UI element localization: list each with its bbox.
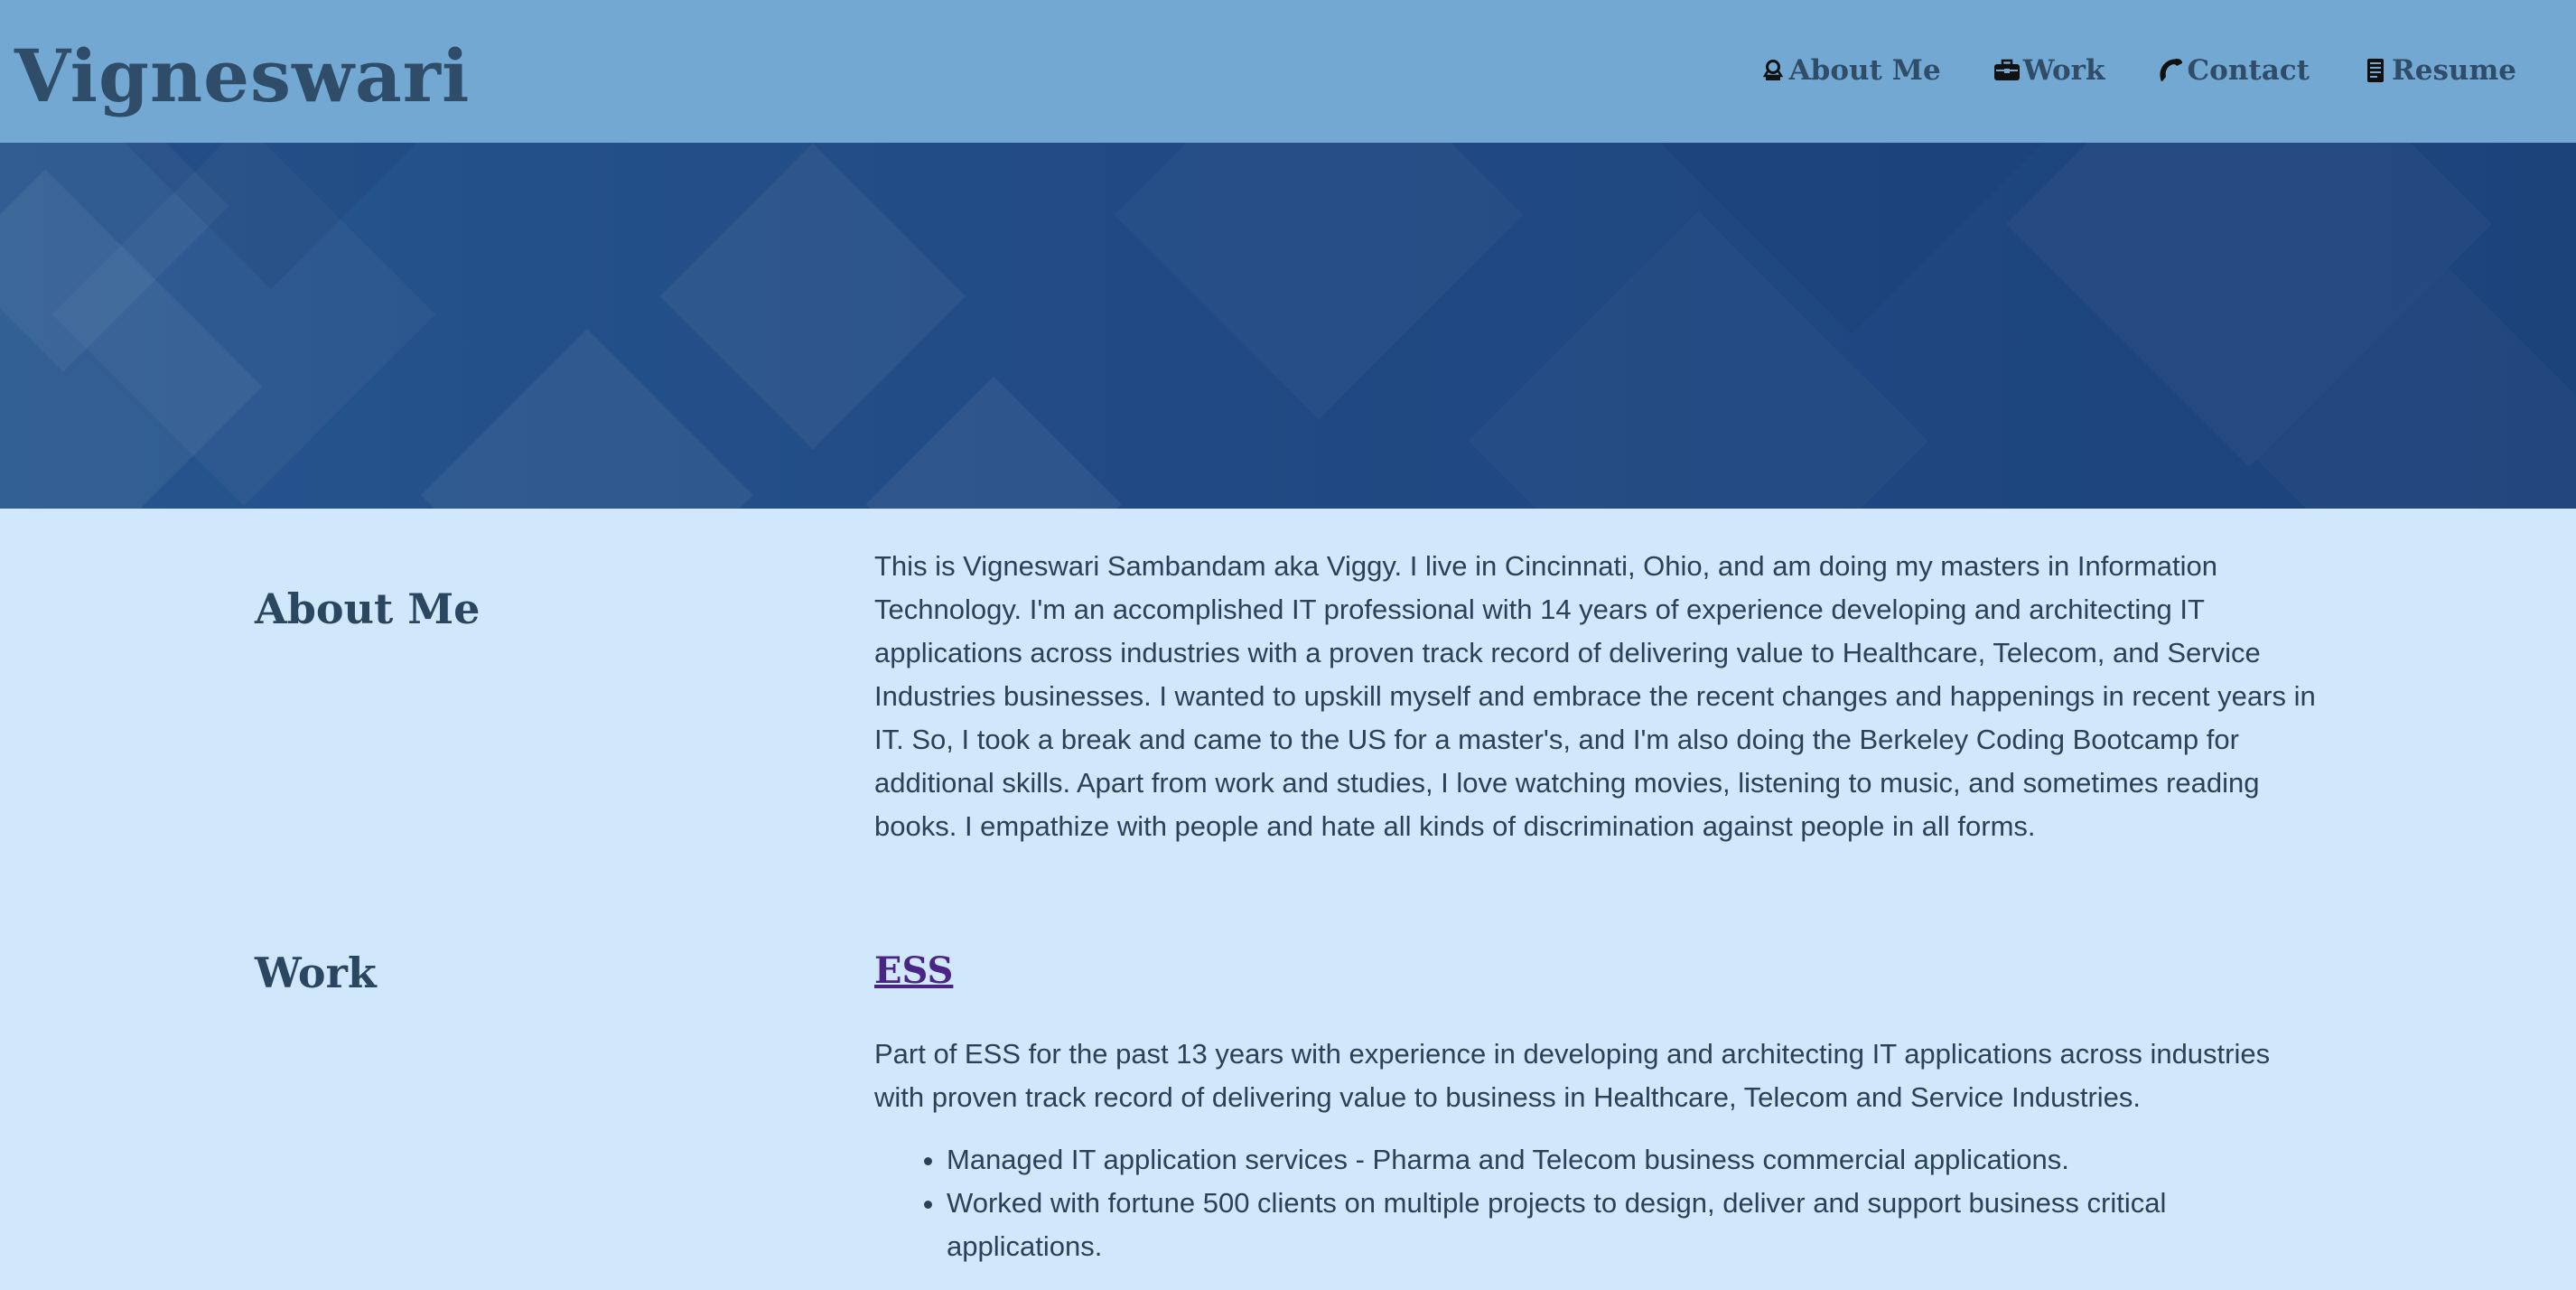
nav-about-me-link[interactable]: About Me — [1759, 54, 1941, 87]
nav-work-label: Work — [2022, 54, 2105, 87]
nav-contact-link[interactable]: Contact — [2157, 54, 2310, 87]
work-bullet-list: Managed IT application services - Pharma… — [874, 1138, 2319, 1268]
list-item: Worked with fortune 500 clients on multi… — [947, 1182, 2319, 1268]
about-me-heading: About Me — [255, 584, 481, 633]
nav-work-link[interactable]: Work — [1993, 54, 2105, 87]
briefcase-icon — [1993, 57, 2021, 84]
hero-banner — [0, 143, 2576, 509]
about-me-text: This is Vigneswari Sambandam aka Viggy. … — [874, 550, 2316, 842]
work-ess-link[interactable]: ESS — [874, 949, 953, 992]
work-heading: Work — [255, 949, 377, 997]
nav-resume-label: Resume — [2391, 54, 2516, 87]
site-header: Vigneswari About Me Work Contact Resume — [0, 0, 2576, 143]
main-nav: About Me Work Contact Resume — [1759, 54, 2516, 87]
nav-about-me-label: About Me — [1788, 54, 1941, 87]
document-icon — [2362, 57, 2389, 84]
work-description: Part of ESS for the past 13 years with e… — [874, 1038, 2271, 1113]
site-title: Vigneswari — [14, 33, 471, 118]
phone-icon — [2157, 57, 2184, 84]
list-item: Managed IT application services - Pharma… — [947, 1138, 2319, 1182]
main-content: About Me This is Vigneswari Sambandam ak… — [0, 509, 2576, 1290]
hero-pattern — [0, 143, 2044, 509]
nav-resume-link[interactable]: Resume — [2362, 54, 2516, 87]
nav-contact-label: Contact — [2187, 54, 2310, 87]
woman-icon — [1759, 57, 1787, 84]
